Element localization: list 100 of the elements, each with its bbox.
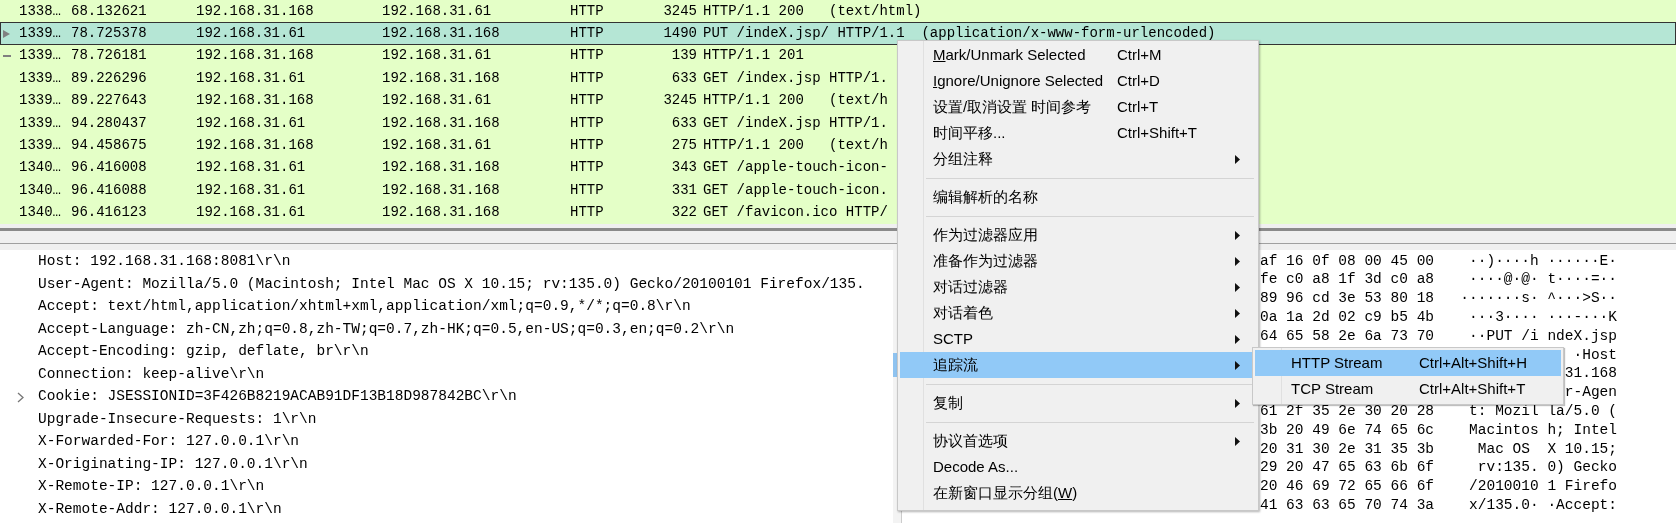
submenu-arrow-icon [1235,230,1240,240]
packet-number: 1339… [19,24,62,44]
menu-item[interactable]: 复制 [900,390,1256,416]
packet-number: 1340… [19,203,62,223]
hex-bytes: 64 65 58 2e 6a 73 70 [1260,327,1435,344]
menu-item[interactable]: 协议首选项 [900,428,1256,454]
menu-item[interactable]: TCP Stream Ctrl+Alt+Shift+T [1255,376,1561,402]
menu-item-label: 复制 [933,393,963,411]
submenu-arrow-icon [1235,360,1240,370]
header-field-line[interactable]: X-Forwarded-For: 127.0.0.1\r\n [38,431,300,454]
packet-time: 94.280437 [71,113,148,133]
hex-bytes: 3b 20 49 6e 74 65 6c [1260,421,1435,438]
packet-time: 96.416123 [71,203,148,223]
packet-destination: 192.168.31.168 [382,203,501,223]
expand-chevron-icon[interactable] [17,391,24,403]
header-field-line[interactable]: X-Remote-Addr: 127.0.0.1\r\n [38,498,282,521]
packet-info: HTTP/1.1 200 (text/h [703,136,888,156]
hex-bytes: 29 20 47 65 63 6b 6f [1260,459,1435,476]
packet-time: 68.132621 [71,1,148,21]
packet-number: 1340… [19,158,62,178]
shortcut-text: Ctrl+D [1117,71,1160,89]
header-field-line[interactable]: X-Originating-IP: 127.0.0.1\r\n [38,453,308,476]
ascii-text: ··)····h ······E· [1469,251,1617,271]
packet-destination: 192.168.31.61 [382,1,493,21]
menu-item-label: 作为过滤器应用 [933,225,1038,243]
menu-item[interactable]: HTTP Stream Ctrl+Alt+Shift+H [1255,350,1561,376]
header-field-line[interactable]: Connection: keep-alive\r\n [38,363,265,386]
packet-source: 192.168.31.61 [196,158,307,178]
packet-info: GET /apple-touch-icon. [703,180,888,200]
packet-length: 322 [670,203,697,223]
shortcut-text: Ctrl+Alt+Shift+H [1419,352,1527,373]
header-field-line[interactable]: Accept-Encoding: gzip, deflate, br\r\n [38,341,369,364]
submenu-arrow-icon [1235,334,1240,344]
packet-info: HTTP/1.1 200 (text/html) [703,1,922,21]
header-field-line[interactable]: X-Remote-IP: 127.0.0.1\r\n [38,476,265,499]
packet-protocol: HTTP [570,136,605,156]
ascii-text: ···3···· ···-···K [1469,307,1617,327]
submenu-arrow-icon [1235,154,1240,164]
menu-item[interactable]: 对话着色 [900,300,1256,326]
packet-time: 78.725378 [71,24,148,44]
dash-marker-icon [3,54,11,57]
packet-source: 192.168.31.61 [196,113,307,133]
packet-time: 96.416008 [71,158,148,178]
ascii-text: t: Mozil la/5.0 ( [1469,401,1617,421]
packet-number: 1339… [19,113,62,133]
packet-destination: 192.168.31.61 [382,46,493,66]
ascii-text: ·······s· ^···>S·· [1460,289,1617,309]
ascii-text: rv:135. 0) Gecko [1476,458,1617,478]
submenu-arrow-icon [1235,398,1240,408]
menu-item-label: 在新窗口显示分组(W) [933,483,1078,501]
header-field-line[interactable]: Cookie: JSESSIONID=3F426B8219ACAB91DF13B18D987842BC\r\n [38,386,517,409]
packet-source: 192.168.31.61 [196,24,307,44]
packet-source: 192.168.31.61 [196,180,307,200]
menu-item-label: Decode As... [933,457,1019,475]
packet-destination: 192.168.31.168 [382,24,501,44]
header-field-line[interactable]: Host: 192.168.31.168:8081\r\n [38,251,291,274]
packet-time: 89.226296 [71,68,148,88]
ascii-text: Macintos h; Intel [1469,420,1617,440]
packet-length: 343 [670,158,697,178]
hex-bytes: 0a 1a 2d 02 c9 b5 4b [1260,308,1435,325]
hex-bytes: 41 63 63 65 70 74 3a [1260,496,1435,513]
packet-protocol: HTTP [570,68,605,88]
packet-protocol: HTTP [570,113,605,133]
menu-item[interactable]: 在新窗口显示分组(W) [900,480,1256,506]
menu-item[interactable]: Mark/Unmark Selected Ctrl+M [900,42,1256,68]
menu-item[interactable]: Decode As... [900,454,1256,480]
packet-info: GET /index.jsp HTTP/1. [703,68,888,88]
packet-time: 96.416088 [71,180,148,200]
packet-info: GET /favicon.ico HTTP/ [703,203,888,223]
packet-info: HTTP/1.1 201 [703,46,804,66]
menu-item[interactable]: 准备作为过滤器 [900,248,1256,274]
packet-length: 1490 [662,24,697,44]
menu-item-label: Mark/Unmark Selected [933,45,1086,63]
menu-item-label: 对话过滤器 [933,277,1008,295]
menu-item-label: SCTP [933,329,973,347]
packet-source: 192.168.31.61 [196,68,307,88]
packet-protocol: HTTP [570,91,605,111]
header-field-line[interactable]: Accept-Language: zh-CN,zh;q=0.8,zh-TW;q=0.7,zh-HK;q=0.5,en-US;q=0.3,en;q=0.2\r\n [38,318,735,341]
header-field-line[interactable]: Upgrade-Insecure-Requests: 1\r\n [38,408,317,431]
menu-item-label: Ignore/Unignore Selected [933,71,1104,89]
packet-length: 275 [670,136,697,156]
menu-item-label: 准备作为过滤器 [933,251,1038,269]
packet-row[interactable]: 1339… 78.725378 192.168.31.61 192.168.31.168 HTTP 1490 PUT /indeX.jsp/ HTTP/1.1 (application/x-www-form-urlencoded) [0,22,1676,45]
packet-protocol: HTTP [570,46,605,66]
packet-length: 139 [670,46,697,66]
ascii-text: ··PUT /i ndeX.jsp [1469,326,1617,346]
packet-time: 78.726181 [71,46,148,66]
packet-number: 1338… [19,1,62,21]
packet-protocol: HTTP [570,24,605,44]
menu-item[interactable]: SCTP [900,326,1256,352]
packet-source: 192.168.31.168 [196,46,315,66]
submenu-arrow-icon [1235,256,1240,266]
menu-item[interactable]: 对话过滤器 [900,274,1256,300]
header-field-line[interactable]: User-Agent: Mozilla/5.0 (Macintosh; Intel Mac OS X 10.15; rv:135.0) Gecko/20100101 Firefox/135. [38,273,865,296]
packet-destination: 192.168.31.61 [382,91,493,111]
menu-item-label: 对话着色 [933,303,993,321]
packet-destination: 192.168.31.168 [382,113,501,133]
packet-length: 3245 [662,1,697,21]
header-field-line[interactable]: Accept: text/html,application/xhtml+xml,application/xml;q=0.9,*/*;q=0.8\r\n [38,296,691,319]
packet-length: 633 [670,113,697,133]
